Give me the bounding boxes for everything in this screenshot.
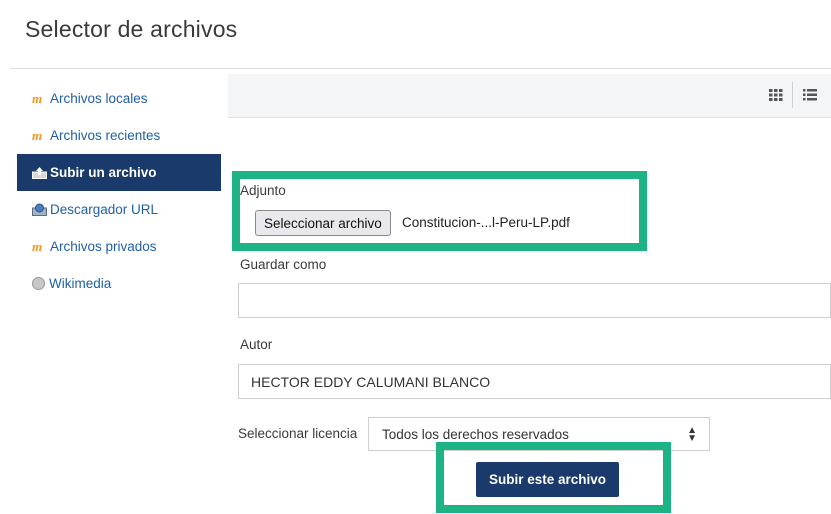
select-arrows-icon: ▲ ▼ bbox=[687, 425, 697, 444]
sidebar-item-label: Archivos privados bbox=[50, 239, 157, 254]
url-downloader-icon bbox=[32, 203, 49, 217]
upload-icon bbox=[32, 166, 49, 180]
moodle-icon: m bbox=[32, 127, 43, 143]
view-toolbar bbox=[228, 74, 831, 118]
sidebar-item-label: Archivos locales bbox=[50, 91, 148, 106]
sidebar-item-label: Descargador URL bbox=[50, 202, 159, 217]
license-selected-value: Todos los derechos reservados bbox=[382, 426, 569, 442]
sidebar-item-label: Subir un archivo bbox=[50, 165, 157, 180]
toolbar-divider bbox=[792, 82, 793, 108]
author-label: Autor bbox=[240, 337, 273, 352]
sidebar-item-wikimedia[interactable]: Wikimedia bbox=[17, 265, 221, 302]
sidebar-item-archivos-privados[interactable]: m Archivos privados bbox=[17, 228, 221, 265]
header-divider bbox=[10, 68, 831, 69]
sidebar-item-subir-archivo[interactable]: Subir un archivo bbox=[17, 154, 221, 191]
sidebar-item-label: Archivos recientes bbox=[50, 128, 161, 143]
repository-sidebar: m Archivos locales m Archivos recientes … bbox=[17, 80, 221, 302]
dialog-title: Selector de archivos bbox=[25, 16, 238, 42]
moodle-icon: m bbox=[32, 238, 43, 254]
sidebar-item-archivos-locales[interactable]: m Archivos locales bbox=[17, 80, 221, 117]
list-view-icon[interactable] bbox=[799, 84, 821, 106]
sidebar-item-label: Wikimedia bbox=[49, 276, 112, 291]
sidebar-item-descargador-url[interactable]: Descargador URL bbox=[17, 191, 221, 228]
sidebar-item-archivos-recientes[interactable]: m Archivos recientes bbox=[17, 117, 221, 154]
highlight-attachment bbox=[232, 171, 647, 251]
grid-view-icon[interactable] bbox=[765, 84, 787, 106]
license-label: Seleccionar licencia bbox=[238, 426, 358, 441]
save-as-label: Guardar como bbox=[240, 257, 327, 272]
moodle-icon: m bbox=[32, 90, 43, 106]
wikimedia-globe-icon bbox=[32, 277, 45, 290]
save-as-input[interactable] bbox=[238, 283, 831, 318]
author-input[interactable] bbox=[238, 364, 831, 399]
highlight-submit bbox=[436, 442, 671, 513]
